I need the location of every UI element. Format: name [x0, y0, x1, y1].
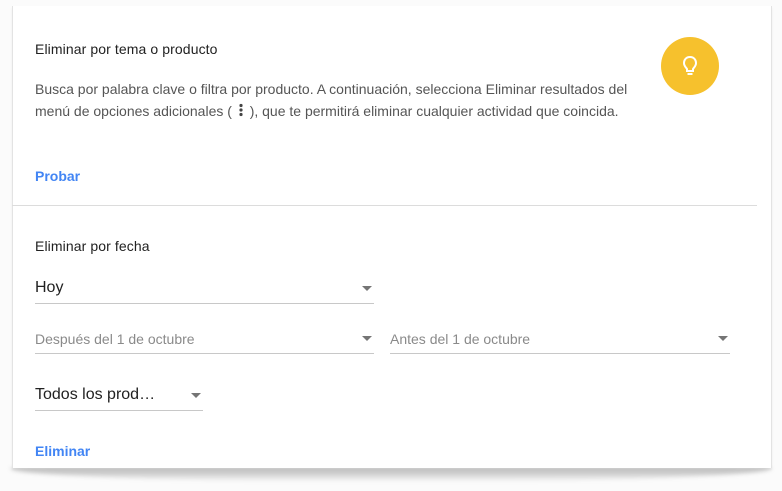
after-date-select[interactable]: Después del 1 de octubre: [35, 325, 374, 354]
chevron-down-icon: [718, 336, 728, 341]
description-text-after: ), que te permitirá eliminar cualquier a…: [249, 103, 619, 119]
card-shadow: [10, 468, 772, 482]
delete-link[interactable]: Eliminar: [35, 443, 90, 459]
topic-section-title: Eliminar por tema o producto: [35, 41, 218, 57]
page-frame: Eliminar por tema o producto Busca por p…: [0, 0, 782, 491]
more-options-icon: [238, 101, 244, 123]
topic-section-description: Busca por palabra clave o filtra por pro…: [35, 78, 635, 123]
before-date-select[interactable]: Antes del 1 de octubre: [390, 325, 730, 354]
chevron-down-icon: [191, 393, 201, 398]
chevron-down-icon: [362, 286, 372, 291]
before-date-value: Antes del 1 de octubre: [390, 331, 531, 347]
section-divider: [12, 205, 757, 206]
date-range-value: Hoy: [35, 279, 64, 296]
product-value: Todos los prod…: [35, 386, 156, 403]
date-section-title: Eliminar por fecha: [35, 238, 150, 254]
product-select[interactable]: Todos los prod…: [35, 377, 203, 411]
lightbulb-icon: [661, 37, 719, 95]
date-range-select[interactable]: Hoy: [35, 270, 374, 304]
try-link[interactable]: Probar: [35, 168, 80, 184]
chevron-down-icon: [362, 336, 372, 341]
after-date-value: Después del 1 de octubre: [35, 331, 195, 347]
